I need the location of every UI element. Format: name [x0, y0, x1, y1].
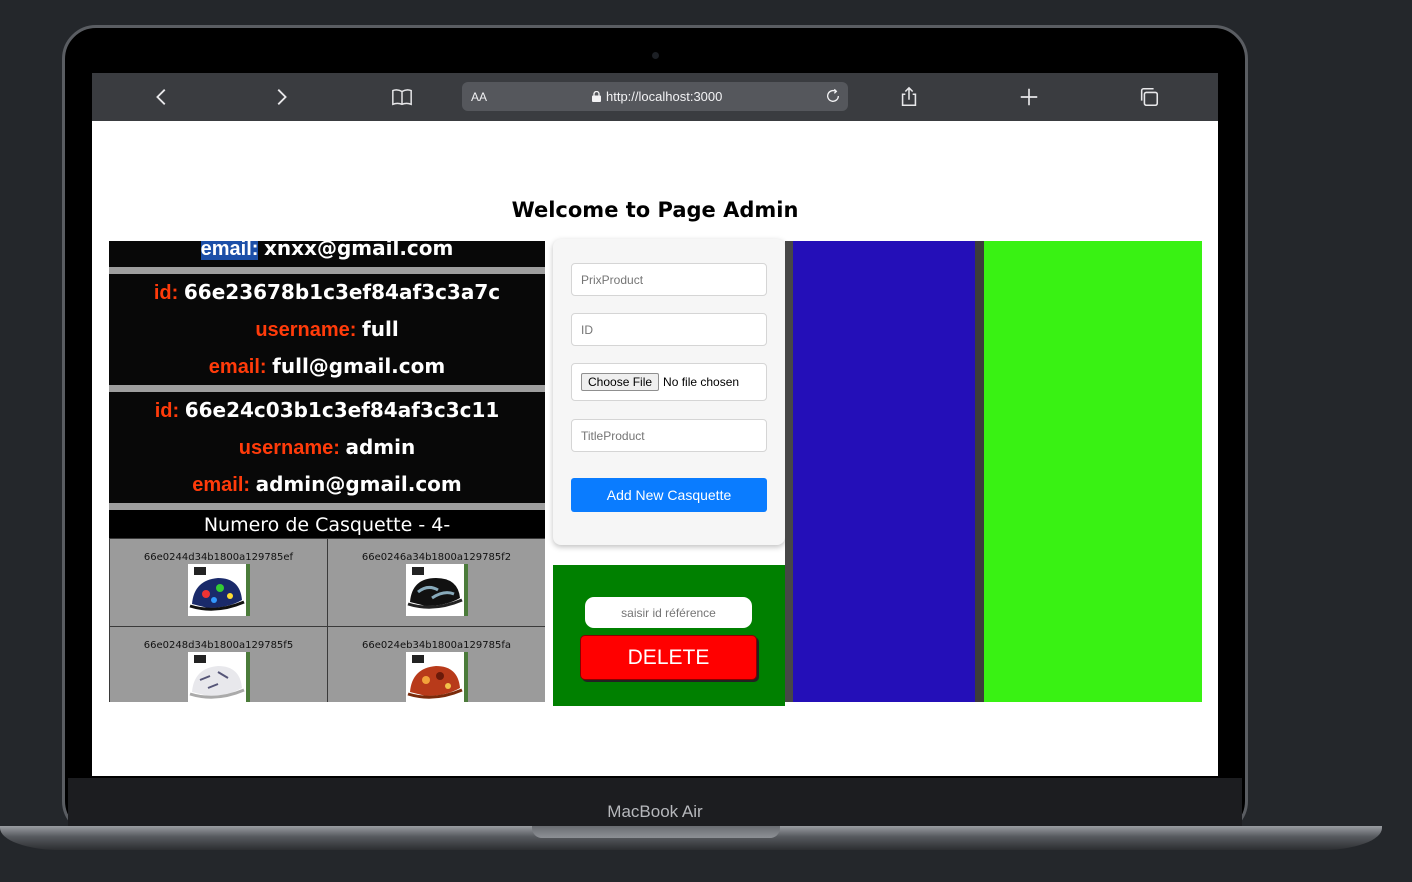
url-text: http://localhost:3000: [606, 89, 723, 104]
address-bar[interactable]: AA http://localhost:3000: [462, 82, 848, 111]
user-card: id: 66e24c03b1c3ef84af3c3c11 username: a…: [109, 392, 545, 510]
username-value: admin: [345, 435, 416, 459]
file-input[interactable]: Choose File No file chosen: [571, 363, 767, 401]
choose-file-button[interactable]: Choose File: [581, 373, 660, 391]
divider-strip: [785, 241, 793, 702]
browser-screen: AA http://localhost:3000 Welcome to Page…: [92, 73, 1218, 776]
id-value: 66e23678b1c3ef84af3c3a7c: [183, 280, 501, 304]
device-brand: MacBook Air: [607, 802, 703, 821]
casquette-item[interactable]: 66e0244d34b1800a129785ef: [110, 539, 327, 626]
id-label: id:: [153, 282, 179, 304]
back-icon[interactable]: [148, 83, 176, 111]
url-display[interactable]: http://localhost:3000: [592, 89, 722, 104]
email-label: email:: [208, 356, 267, 378]
user-username-line: username: admin: [109, 429, 545, 466]
casquette-count-heading: Numero de Casquette - 4-: [109, 510, 545, 538]
page-title: Welcome to Page Admin: [511, 198, 799, 222]
lock-icon: [592, 91, 601, 102]
id-label: id:: [154, 400, 180, 422]
blue-panel: [793, 241, 975, 702]
email-label: email:: [200, 241, 259, 260]
green-panel: [984, 241, 1202, 702]
file-status: No file chosen: [663, 375, 740, 389]
share-icon[interactable]: [895, 83, 923, 111]
cap-image: [405, 652, 468, 702]
email-value: admin@gmail.com: [255, 472, 462, 496]
casquette-id: 66e0246a34b1800a129785f2: [361, 552, 512, 563]
add-casquette-button[interactable]: Add New Casquette: [571, 478, 767, 512]
cap-image: [187, 652, 250, 702]
user-card: id: 66e23678b1c3ef84af3c3a7c username: f…: [109, 274, 545, 392]
user-email-line: email: full@gmail.com: [109, 348, 545, 385]
email-value: xnxx@gmail.com: [264, 241, 454, 260]
browser-toolbar: AA http://localhost:3000: [92, 73, 1218, 121]
prix-product-input[interactable]: [571, 263, 767, 296]
casquette-id: 66e0248d34b1800a129785f5: [143, 640, 294, 651]
cap-image: [187, 564, 250, 616]
delete-panel: DELETE: [553, 565, 785, 706]
camera-dot: [652, 52, 659, 59]
user-email-line: email: xnxx@gmail.com: [109, 241, 545, 267]
delete-id-input[interactable]: [585, 597, 752, 628]
username-label: username:: [238, 437, 340, 459]
user-id-line: id: 66e23678b1c3ef84af3c3a7c: [109, 274, 545, 311]
title-product-input[interactable]: [571, 419, 767, 452]
reload-icon[interactable]: [822, 85, 844, 107]
username-value: full: [362, 317, 399, 341]
divider-strip: [975, 241, 984, 702]
new-tab-icon[interactable]: [1015, 83, 1043, 111]
text-size-button[interactable]: AA: [471, 90, 487, 104]
username-label: username:: [255, 319, 357, 341]
tabs-icon[interactable]: [1135, 83, 1163, 111]
cap-image: [405, 564, 468, 616]
casquette-grid: 66e0244d34b1800a129785ef 66e0246a34b1800…: [109, 538, 545, 702]
id-input[interactable]: [571, 313, 767, 346]
laptop-notch: [532, 826, 780, 838]
add-casquette-form: Choose File No file chosen Add New Casqu…: [553, 239, 785, 545]
email-label: email:: [192, 474, 251, 496]
casquette-id: 66e0244d34b1800a129785ef: [143, 552, 294, 563]
id-value: 66e24c03b1c3ef84af3c3c11: [184, 398, 500, 422]
delete-button[interactable]: DELETE: [580, 635, 757, 680]
users-panel: email: xnxx@gmail.com id: 66e23678b1c3ef…: [109, 241, 545, 702]
user-username-line: username: full: [109, 311, 545, 348]
user-id-line: id: 66e24c03b1c3ef84af3c3c11: [109, 392, 545, 429]
user-card: email: xnxx@gmail.com: [109, 241, 545, 274]
user-email-line: email: admin@gmail.com: [109, 466, 545, 503]
forward-icon[interactable]: [267, 83, 295, 111]
bookmarks-icon[interactable]: [388, 83, 416, 111]
casquette-item[interactable]: 66e0246a34b1800a129785f2: [328, 539, 545, 626]
email-value: full@gmail.com: [272, 354, 446, 378]
casquette-item[interactable]: 66e024eb34b1800a129785fa: [328, 627, 545, 702]
casquette-id: 66e024eb34b1800a129785fa: [362, 640, 511, 651]
casquette-item[interactable]: 66e0248d34b1800a129785f5: [110, 627, 327, 702]
